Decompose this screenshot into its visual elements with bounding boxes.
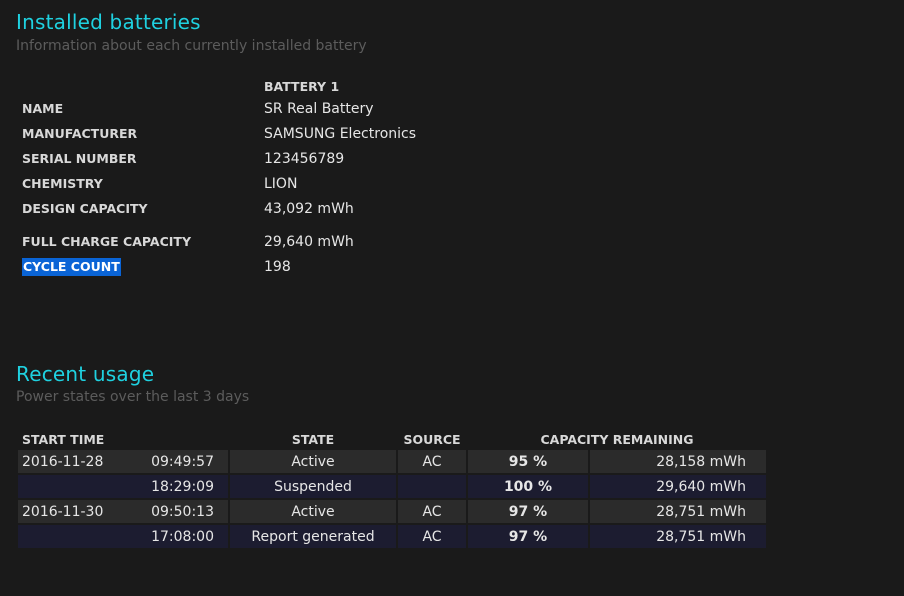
start-time: 09:49:57: [151, 453, 214, 470]
battery-row-full-charge: FULL CHARGE CAPACITY 29,640 mWh: [22, 229, 416, 254]
table-row: 2016-11-30 09:50:13 Active AC 97 % 28,751…: [18, 500, 766, 523]
battery-header-row: BATTERY 1: [22, 76, 416, 96]
capacity-value: 28,751 mWh: [656, 503, 746, 520]
percent-cell: 100 %: [468, 475, 588, 498]
battery-label-cell: CYCLE COUNT: [22, 254, 264, 279]
battery-row-name: NAME SR Real Battery: [22, 96, 416, 121]
state-cell: Active: [230, 450, 396, 473]
table-row: 17:08:00 Report generated AC 97 % 28,751…: [18, 525, 766, 548]
percent-cell: 95 %: [468, 450, 588, 473]
battery-value: SR Real Battery: [264, 100, 374, 117]
battery-label: SERIAL NUMBER: [22, 151, 137, 166]
state-cell: Report generated: [230, 525, 396, 548]
start-date: 2016-11-28: [22, 453, 104, 470]
source-cell: [398, 475, 466, 498]
header-start-time: START TIME: [22, 431, 105, 447]
source-cell: AC: [398, 450, 466, 473]
battery-row-manufacturer: MANUFACTURER SAMSUNG Electronics: [22, 121, 416, 146]
start-time: 18:29:09: [151, 478, 214, 495]
start-time-cell: 2016-11-28 09:49:57: [18, 450, 228, 473]
table-row: 2016-11-28 09:49:57 Active AC 95 % 28,158…: [18, 450, 766, 473]
capacity-value: 29,640 mWh: [656, 478, 746, 495]
usage-header-row: START TIME STATE SOURCE CAPACITY REMAINI…: [18, 430, 766, 448]
battery-info-table: BATTERY 1 NAME SR Real Battery MANUFACTU…: [22, 76, 416, 279]
capacity-cell: 28,158 mWh: [590, 450, 766, 473]
battery-label-header: [22, 76, 264, 96]
start-date: 2016-11-30: [22, 503, 104, 520]
source-cell: AC: [398, 525, 466, 548]
battery-value: 123456789: [264, 150, 345, 167]
source-cell: AC: [398, 500, 466, 523]
percent-cell: 97 %: [468, 500, 588, 523]
state-cell: Suspended: [230, 475, 396, 498]
battery-label: MANUFACTURER: [22, 126, 138, 141]
installed-batteries-title: Installed batteries: [16, 10, 201, 34]
battery-label: CHEMISTRY: [22, 176, 103, 191]
capacity-cell: 29,640 mWh: [590, 475, 766, 498]
capacity-cell: 28,751 mWh: [590, 525, 766, 548]
recent-usage-subtitle: Power states over the last 3 days: [16, 389, 250, 405]
recent-usage-table: START TIME STATE SOURCE CAPACITY REMAINI…: [16, 428, 768, 550]
battery-1-header: BATTERY 1: [264, 78, 340, 94]
battery-row-chemistry: CHEMISTRY LION: [22, 171, 416, 196]
table-row: 18:29:09 Suspended 100 % 29,640 mWh: [18, 475, 766, 498]
battery-row-cycle-count: CYCLE COUNT 198: [22, 254, 416, 279]
start-time-cell: 17:08:00: [18, 525, 228, 548]
battery-value: 29,640 mWh: [264, 233, 354, 250]
start-time-cell: 18:29:09: [18, 475, 228, 498]
start-time: 17:08:00: [151, 528, 214, 545]
capacity-cell: 28,751 mWh: [590, 500, 766, 523]
state-cell: Active: [230, 500, 396, 523]
start-time-cell: 2016-11-30 09:50:13: [18, 500, 228, 523]
battery-row-serial: SERIAL NUMBER 123456789: [22, 146, 416, 171]
battery-label: DESIGN CAPACITY: [22, 201, 148, 216]
battery-value: 43,092 mWh: [264, 200, 354, 217]
battery-label: FULL CHARGE CAPACITY: [22, 234, 191, 249]
recent-usage-title: Recent usage: [16, 362, 155, 386]
percent-cell: 97 %: [468, 525, 588, 548]
battery-value: LION: [264, 175, 298, 192]
battery-value: 198: [264, 258, 291, 275]
start-time: 09:50:13: [151, 503, 214, 520]
capacity-value: 28,751 mWh: [656, 528, 746, 545]
header-source: SOURCE: [403, 431, 461, 447]
installed-batteries-subtitle: Information about each currently install…: [16, 38, 367, 54]
selected-text-cycle-count[interactable]: CYCLE COUNT: [22, 258, 121, 276]
capacity-value: 28,158 mWh: [656, 453, 746, 470]
battery-value: SAMSUNG Electronics: [264, 125, 417, 142]
battery-label: NAME: [22, 101, 64, 116]
header-state: STATE: [291, 431, 335, 447]
battery-row-design-capacity: DESIGN CAPACITY 43,092 mWh: [22, 196, 416, 221]
row-spacer: [22, 221, 416, 229]
header-capacity-remaining: CAPACITY REMAINING: [540, 431, 694, 447]
